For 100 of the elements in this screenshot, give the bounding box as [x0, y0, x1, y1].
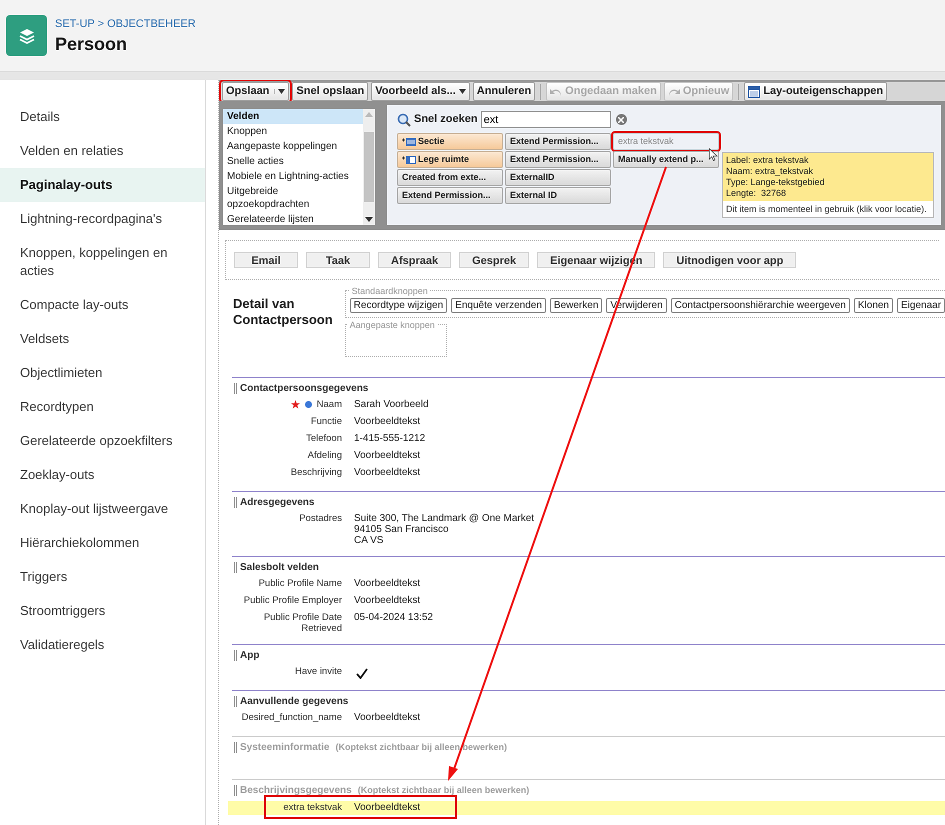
undo-icon — [550, 86, 562, 96]
tooltip-line: Label: extra tekstvak — [726, 155, 810, 166]
standard-button[interactable]: Enquête verzenden — [451, 298, 546, 313]
group-label: Aangepaste knoppen — [348, 319, 437, 332]
field-value: Voorbeeldtekst — [354, 578, 420, 589]
sidebar-item[interactable]: Triggers — [0, 560, 205, 594]
palette-item[interactable]: Manually extend p... — [613, 151, 719, 168]
standard-button[interactable]: Recordtype wijzigen — [350, 298, 448, 313]
sidebar-item[interactable]: Gerelateerde opzoekfilters — [0, 424, 205, 458]
palette-item[interactable]: Created from exte... — [397, 169, 503, 186]
section-icon — [402, 136, 416, 146]
category-item[interactable]: Gerelateerde lijsten — [223, 212, 363, 227]
standard-button[interactable]: Klonen — [854, 298, 893, 313]
quick-action-button[interactable]: Afspraak — [378, 252, 452, 268]
drag-handle-icon[interactable] — [234, 562, 237, 573]
drag-handle-icon[interactable] — [234, 742, 237, 753]
group-label: Standaardknoppen — [350, 284, 430, 298]
drag-handle-icon[interactable] — [234, 650, 237, 661]
toolbar-button[interactable]: Annuleren — [472, 82, 536, 101]
drag-handle-icon[interactable] — [234, 497, 237, 508]
sidebar-item[interactable]: Recordtypen — [0, 390, 205, 424]
field-label: Have invite — [295, 666, 342, 677]
category-item[interactable]: Aangepaste koppelingen — [223, 139, 363, 154]
field-label: Public Profile Name — [258, 578, 342, 589]
field-value: Voorbeeldtekst — [354, 802, 420, 813]
cursor-icon — [708, 148, 719, 162]
category-item[interactable]: Snelle acties — [223, 154, 363, 169]
scroll-up-icon[interactable] — [365, 111, 373, 117]
tooltip-line: Type: Lange-tekstgebied — [726, 177, 826, 188]
toolbar-button[interactable]: Lay-outeigenschappen — [744, 82, 888, 101]
sidebar-item[interactable]: Objectlimieten — [0, 356, 205, 390]
standard-button[interactable]: Bewerken — [550, 298, 602, 313]
toolbar-button[interactable]: Voorbeeld als... — [371, 82, 470, 101]
field-value: CA VS — [354, 535, 384, 546]
sidebar-item[interactable]: Details — [0, 100, 205, 134]
sidebar-item[interactable]: Lightning-recordpagina's — [0, 202, 205, 236]
section-title: Salesbolt velden — [240, 561, 319, 575]
quick-action-button[interactable]: Uitnodigen voor app — [663, 252, 796, 268]
sidebar-item[interactable]: Paginalay-outs — [0, 168, 205, 202]
category-item[interactable]: Knoppen — [223, 124, 363, 139]
sidebar-item[interactable]: Stroomtriggers — [0, 594, 205, 628]
sidebar-item[interactable]: Knoplay-out lijstweergave — [0, 492, 205, 526]
field-label: Public Profile Date Retrieved — [262, 612, 342, 634]
drag-handle-icon[interactable] — [234, 785, 237, 796]
field-value: Voorbeeldtekst — [354, 467, 420, 478]
sidebar-item[interactable]: Hiërarchiekolommen — [0, 526, 205, 560]
palette-item[interactable]: Sectie — [397, 133, 503, 150]
section-title: App — [240, 649, 260, 663]
sidebar-item[interactable]: Compacte lay-outs — [0, 288, 205, 322]
standard-button[interactable]: Eigenaar — [897, 298, 945, 313]
field-label: Beschrijving — [290, 467, 342, 478]
palette-item[interactable]: Lege ruimte — [397, 151, 503, 168]
palette-item[interactable]: Extend Permission... — [505, 133, 611, 150]
section-title: Contactpersoonsgegevens — [240, 382, 368, 396]
palette-item[interactable]: Extend Permission... — [505, 151, 611, 168]
quick-action-button[interactable]: Taak — [306, 252, 370, 268]
sidebar-item[interactable]: Velden en relaties — [0, 134, 205, 168]
palette-item[interactable]: Extend Permission... — [397, 187, 503, 204]
layout-icon — [748, 86, 760, 98]
quick-action-button[interactable]: Gesprek — [459, 252, 530, 268]
standard-button[interactable]: Contactpersoonshiërarchie weergeven — [670, 298, 850, 313]
palette-item[interactable]: External ID — [505, 187, 611, 204]
sidebar-item[interactable]: Validatieregels — [0, 628, 205, 662]
sidebar-item[interactable]: Veldsets — [0, 322, 205, 356]
caret-icon — [458, 89, 466, 94]
drag-handle-icon[interactable] — [234, 383, 237, 394]
caret-icon — [274, 89, 286, 94]
scrollbar[interactable] — [363, 109, 375, 225]
category-item[interactable]: Velden — [223, 109, 363, 124]
sidebar-item[interactable]: Knoppen, koppelingen en acties — [0, 236, 205, 288]
toolbar-button[interactable]: Opslaan — [222, 82, 290, 101]
scroll-thumb[interactable] — [364, 132, 374, 202]
field-value: Sarah Voorbeeld — [354, 399, 429, 410]
section-title: Beschrijvingsgegevens — [240, 784, 352, 798]
breadcrumb: SET-UP > OBJECTBEHEER — [55, 17, 196, 32]
clear-search-icon[interactable] — [616, 114, 627, 125]
field-label: Functie — [310, 416, 342, 427]
scroll-down-icon[interactable] — [365, 217, 373, 223]
palette-item[interactable]: ExternalID — [505, 169, 611, 186]
field-value: 05-04-2024 13:52 — [354, 612, 433, 623]
detail-title: Detail van Contactpersoon — [233, 296, 333, 329]
field-row[interactable]: extra tekstvak Voorbeeldtekst — [228, 801, 945, 815]
sidebar-item[interactable]: Zoeklay-outs — [0, 458, 205, 492]
search-field[interactable]: ext — [480, 111, 611, 128]
toolbar-button[interactable]: Snel opslaan — [292, 82, 368, 101]
field-label: Public Profile Employer — [244, 595, 342, 606]
category-item[interactable]: Mobiele en Lightning-acties — [223, 169, 363, 184]
section-title: Adresgegevens — [240, 496, 314, 510]
quick-action-button[interactable]: Email — [234, 252, 298, 268]
section-hint: (Koptekst zichtbaar bij alleen bewerken) — [358, 784, 530, 797]
drag-handle-icon[interactable] — [234, 696, 237, 707]
field-label: extra tekstvak — [283, 802, 342, 813]
redo-icon — [668, 86, 680, 96]
field-value: 94105 San Francisco — [354, 524, 450, 535]
field-value: 1-415-555-1212 — [354, 433, 426, 444]
category-item[interactable]: Uitgebreide opzoekopdrachten — [223, 184, 363, 212]
field-label: Telefoon — [306, 433, 342, 444]
field-value: Voorbeeldtekst — [354, 416, 420, 427]
field-label: Naam — [316, 399, 342, 410]
tooltip-line: Lengte: 32768 — [726, 188, 788, 199]
